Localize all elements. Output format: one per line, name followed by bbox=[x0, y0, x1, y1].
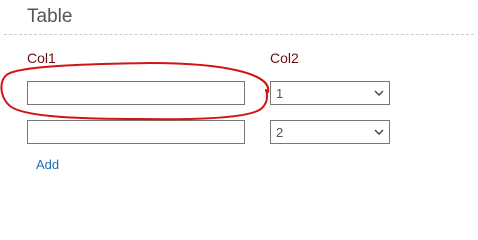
chevron-down-icon bbox=[374, 90, 384, 96]
section-title: Table bbox=[27, 6, 73, 27]
add-row-link[interactable]: Add bbox=[36, 157, 59, 172]
row-2-select[interactable]: 2 bbox=[270, 120, 390, 144]
row-2-select-value: 2 bbox=[276, 125, 284, 140]
row-2-text-input[interactable] bbox=[27, 120, 245, 144]
chevron-down-icon bbox=[374, 129, 384, 135]
row-1-select-value: 1 bbox=[276, 86, 284, 101]
col1-header: Col1 bbox=[27, 50, 56, 66]
row-1-select[interactable]: 1 bbox=[270, 81, 390, 105]
title-divider bbox=[4, 34, 474, 35]
col2-header: Col2 bbox=[270, 50, 299, 66]
row-1-text-input[interactable] bbox=[27, 81, 245, 105]
